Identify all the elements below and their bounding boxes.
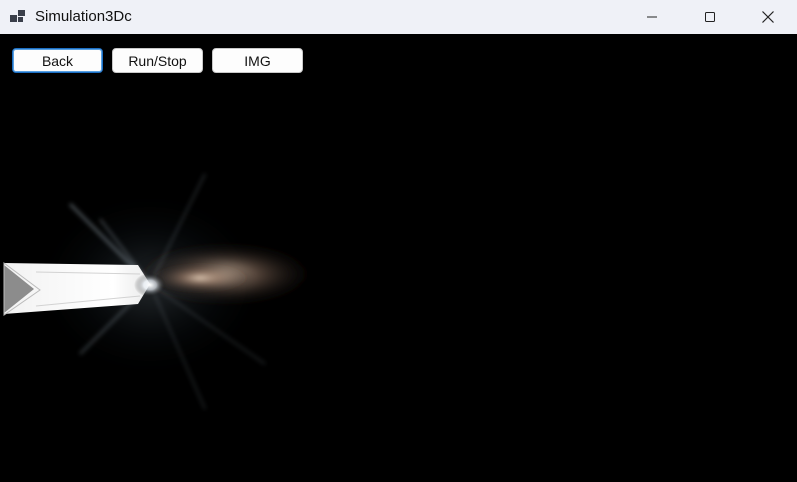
close-icon (761, 10, 775, 24)
back-button[interactable]: Back (12, 48, 103, 73)
close-button[interactable] (739, 0, 797, 34)
run-stop-button[interactable]: Run/Stop (112, 48, 203, 73)
app-icon (10, 9, 26, 25)
client-area: Back Run/Stop IMG (0, 34, 797, 482)
minimize-button[interactable] (623, 0, 681, 34)
minimize-icon (646, 11, 658, 23)
img-button[interactable]: IMG (212, 48, 303, 73)
window-title: Simulation3Dc (35, 8, 132, 25)
title-bar[interactable]: Simulation3Dc (0, 0, 797, 34)
maximize-button[interactable] (681, 0, 739, 34)
simulation-canvas[interactable] (0, 34, 797, 482)
app-window: Simulation3Dc Back Run/Stop IMG (0, 0, 797, 482)
maximize-icon (704, 11, 716, 23)
